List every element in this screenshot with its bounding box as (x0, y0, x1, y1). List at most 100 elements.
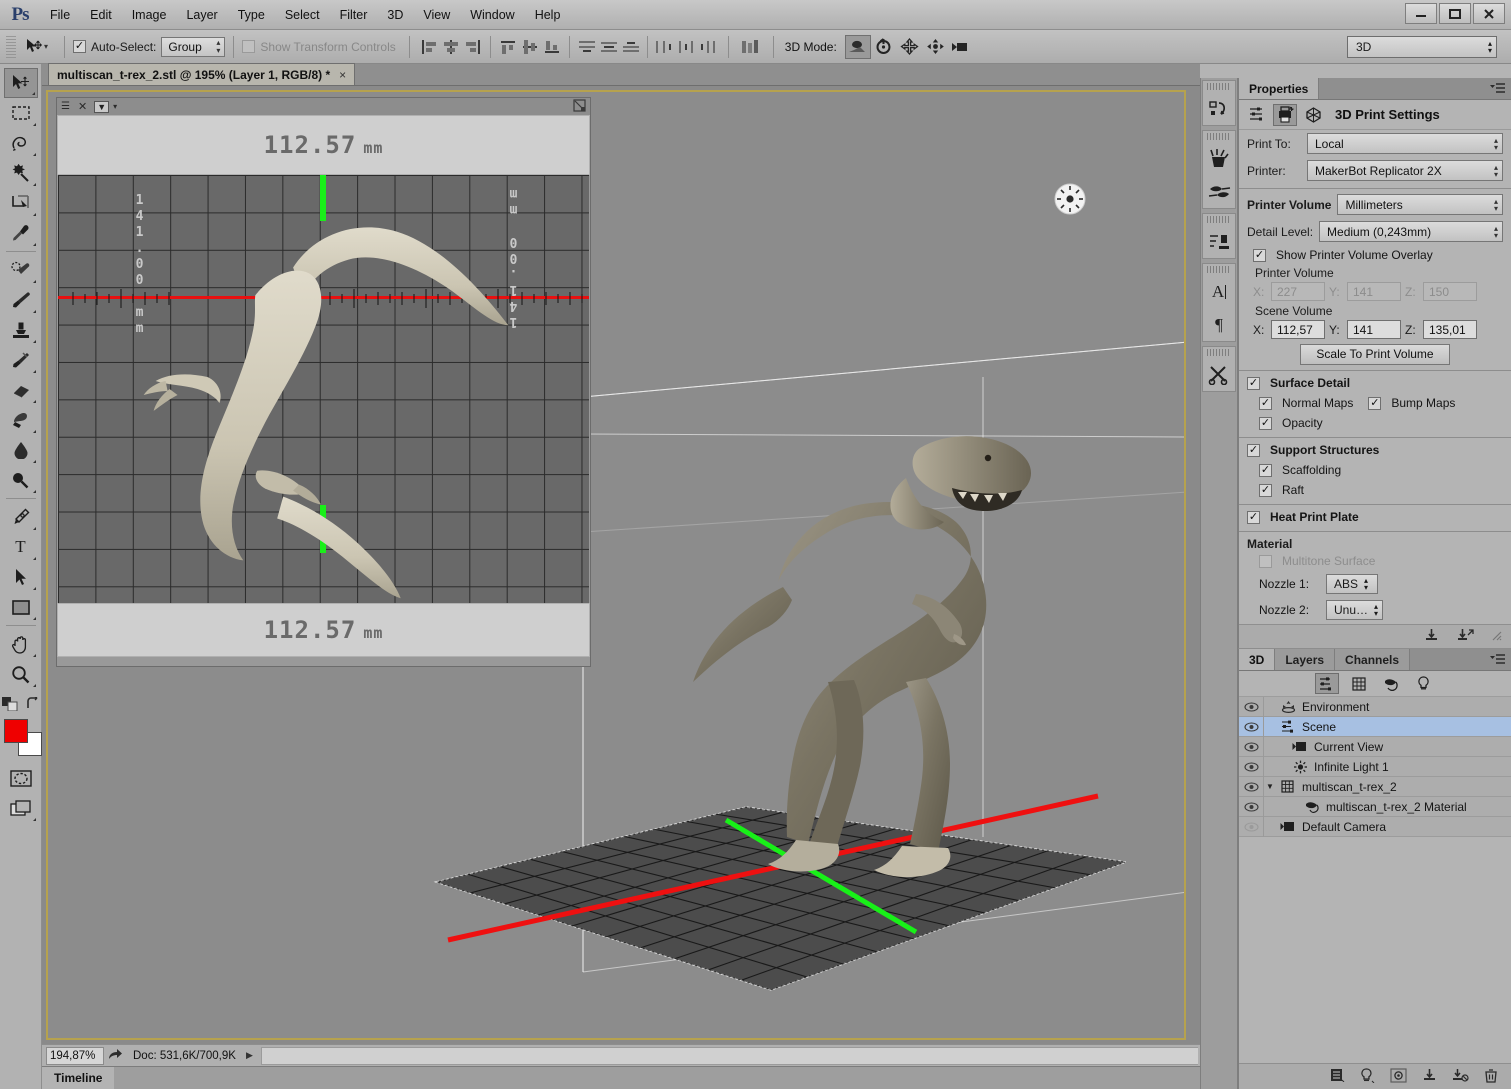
scaffolding-checkbox[interactable]: ✓ (1259, 464, 1272, 477)
delete-ibl-icon[interactable] (1452, 1068, 1469, 1085)
infinite-light-gizmo[interactable] (1051, 180, 1089, 218)
heat-print-plate-checkbox[interactable]: ✓ (1247, 511, 1260, 524)
scene-volume-x-input[interactable]: 112,57 (1271, 320, 1325, 339)
dock-grip[interactable] (1207, 133, 1231, 140)
overlay-caret-icon[interactable]: ▾ (113, 102, 117, 111)
dock-grip[interactable] (1207, 216, 1231, 223)
scaffolding-row[interactable]: ✓ Scaffolding (1239, 460, 1511, 480)
visibility-eye-icon[interactable] (1239, 742, 1263, 752)
nozzle1-dropdown[interactable]: ABS ▴▾ (1326, 574, 1378, 594)
detail-level-dropdown[interactable]: Medium (0,243mm) ▴▾ (1319, 221, 1503, 242)
tool-rectangular-marquee[interactable] (4, 98, 38, 128)
opacity-checkbox[interactable]: ✓ (1259, 417, 1272, 430)
heat-print-plate-row[interactable]: ✓ Heat Print Plate (1239, 507, 1511, 527)
tab-channels[interactable]: Channels (1335, 649, 1410, 670)
load-ibl-icon[interactable] (1422, 1068, 1437, 1085)
print-settings-icon[interactable] (1273, 104, 1297, 126)
menu-select[interactable]: Select (275, 4, 330, 26)
tool-crop[interactable] (4, 188, 38, 218)
move-tool-caret-icon[interactable]: ▾ (44, 42, 48, 51)
tab-layers[interactable]: Layers (1275, 649, 1335, 670)
tool-eraser[interactable] (4, 375, 38, 405)
maximize-button[interactable] (1439, 3, 1471, 24)
dock-grip[interactable] (1207, 349, 1231, 356)
scene-item-material[interactable]: multiscan_t-rex_2 Material (1239, 797, 1511, 817)
raft-row[interactable]: ✓ Raft (1239, 480, 1511, 500)
menu-file[interactable]: File (40, 4, 80, 26)
dock-grip[interactable] (1207, 266, 1231, 273)
tool-move[interactable] (4, 68, 38, 98)
menu-image[interactable]: Image (122, 4, 177, 26)
distribute-top-edges-icon[interactable] (576, 36, 598, 58)
tool-zoom[interactable] (4, 659, 38, 689)
3d-slide-object-button[interactable] (923, 35, 949, 59)
tab-properties[interactable]: Properties (1239, 78, 1319, 99)
share-icon[interactable] (108, 1048, 123, 1064)
document-canvas[interactable]: ☰ ✕ ▼ ▾ 112.57mm (46, 90, 1186, 1040)
3d-axis-widget[interactable] (106, 1030, 206, 1038)
align-right-edges-icon[interactable] (462, 36, 484, 58)
tool-healing-brush[interactable] (4, 255, 38, 285)
tab-3d[interactable]: 3D (1239, 649, 1275, 670)
menu-help[interactable]: Help (525, 4, 571, 26)
tool-magic-wand[interactable] (4, 158, 38, 188)
tool-type[interactable]: T (4, 532, 38, 562)
raft-checkbox[interactable]: ✓ (1259, 484, 1272, 497)
material-filter-icon[interactable] (1379, 673, 1403, 694)
print-to-dropdown[interactable]: Local ▴▾ (1307, 133, 1503, 154)
document-tab[interactable]: multiscan_t-rex_2.stl @ 195% (Layer 1, R… (48, 63, 355, 85)
menu-type[interactable]: Type (228, 4, 275, 26)
menu-layer[interactable]: Layer (176, 4, 227, 26)
normal-maps-checkbox[interactable]: ✓ (1259, 397, 1272, 410)
options-bar-grip[interactable] (6, 36, 16, 58)
surface-detail-checkbox[interactable]: ✓ (1247, 377, 1260, 390)
visibility-eye-icon[interactable] (1239, 722, 1263, 732)
minimize-button[interactable] (1405, 3, 1437, 24)
panel-menu-icon[interactable] (1490, 649, 1511, 670)
status-expand-icon[interactable]: ▶ (246, 1050, 253, 1061)
brush-settings-icon[interactable] (1203, 175, 1235, 208)
dock-grip[interactable] (1207, 83, 1231, 90)
nozzle2-dropdown[interactable]: Unu… ▴▾ (1326, 600, 1383, 620)
menu-edit[interactable]: Edit (80, 4, 122, 26)
tool-path-selection[interactable] (4, 562, 38, 592)
distribute-vertical-centers-icon[interactable] (598, 36, 620, 58)
start-print-icon[interactable] (1424, 628, 1439, 645)
history-icon[interactable] (1203, 92, 1235, 125)
scene-item-mesh[interactable]: ▼ multiscan_t-rex_2 (1239, 777, 1511, 797)
paragraph-panel-icon[interactable]: ¶ (1203, 308, 1235, 341)
visibility-eye-icon[interactable] (1239, 822, 1263, 832)
auto-align-layers-icon[interactable] (738, 36, 764, 58)
scene-settings-icon[interactable] (1245, 104, 1269, 126)
tool-gradient[interactable] (4, 405, 38, 435)
overlay-collapse-icon[interactable]: ▼ (94, 101, 109, 113)
align-left-edges-icon[interactable] (418, 36, 440, 58)
auto-select-checkbox[interactable]: ✓ (73, 40, 86, 53)
tool-history-brush[interactable] (4, 345, 38, 375)
character-panel-icon[interactable]: A (1203, 275, 1235, 308)
menu-window[interactable]: Window (460, 4, 524, 26)
units-dropdown[interactable]: Millimeters ▴▾ (1337, 194, 1503, 215)
align-horizontal-centers-icon[interactable] (440, 36, 462, 58)
3d-roll-object-button[interactable] (871, 35, 897, 59)
new-light-icon[interactable] (1360, 1068, 1375, 1086)
workspace-dropdown[interactable]: 3D ▴▾ (1347, 36, 1497, 58)
move-tool-icon[interactable] (20, 35, 46, 59)
align-bottom-edges-icon[interactable] (541, 36, 563, 58)
print-preview-icon[interactable] (1457, 628, 1474, 645)
support-structures-row[interactable]: ✓ Support Structures (1239, 440, 1511, 460)
align-vertical-centers-icon[interactable] (519, 36, 541, 58)
new-mesh-icon[interactable] (1330, 1068, 1345, 1085)
menu-3d[interactable]: 3D (377, 4, 413, 26)
3d-rotate-object-button[interactable] (845, 35, 871, 59)
color-swatches[interactable] (2, 717, 40, 757)
adjustments-icon[interactable] (1203, 225, 1235, 258)
panel-menu-icon[interactable] (1490, 78, 1511, 99)
scene-item-infinite-light-1[interactable]: Infinite Light 1 (1239, 757, 1511, 777)
foreground-color-swatch[interactable] (4, 719, 28, 743)
show-overlay-checkbox[interactable]: ✓ (1253, 249, 1266, 262)
distribute-right-edges-icon[interactable] (697, 36, 719, 58)
visibility-eye-icon[interactable] (1239, 762, 1263, 772)
support-structures-checkbox[interactable]: ✓ (1247, 444, 1260, 457)
twisty-expanded-icon[interactable]: ▼ (1264, 782, 1276, 791)
